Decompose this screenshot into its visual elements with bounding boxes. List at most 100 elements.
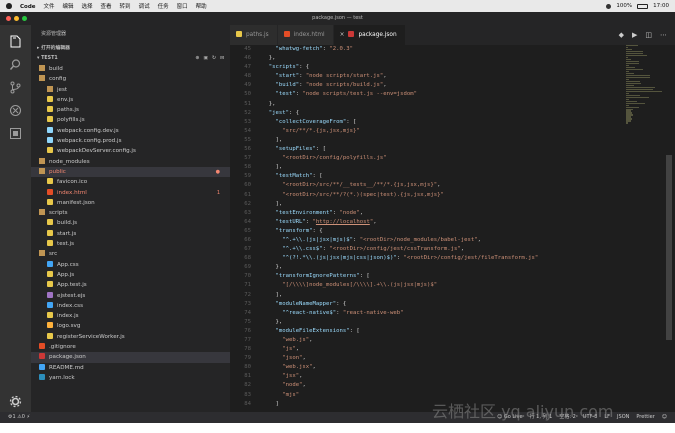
status-item[interactable]: Prettier	[636, 412, 654, 423]
tree-file[interactable]: README.md	[31, 363, 230, 373]
source-control-icon[interactable]	[9, 79, 22, 94]
code-line: "moduleNameMapper": {	[262, 300, 622, 309]
code-token: ,	[309, 337, 313, 343]
tree-file[interactable]: .gitignore	[31, 342, 230, 352]
tree-file[interactable]: polyfills.js	[31, 115, 230, 125]
tree-folder[interactable]: build	[31, 64, 230, 74]
close-window-button[interactable]	[6, 16, 11, 21]
tree-file[interactable]: manifest.json	[31, 198, 230, 208]
menu-item[interactable]: 调试	[139, 4, 150, 10]
apple-logo-icon[interactable]	[6, 3, 12, 9]
status-item[interactable]: JSON	[617, 412, 629, 423]
tree-folder[interactable]: node_modules	[31, 157, 230, 167]
scrollbar-thumb[interactable]	[666, 155, 672, 340]
minimap[interactable]	[626, 45, 664, 135]
tree-file[interactable]: favicon.ico	[31, 177, 230, 187]
code-token: "mjs"	[282, 391, 300, 398]
tree-file[interactable]: App.css	[31, 260, 230, 270]
tree-file[interactable]: index.js	[31, 311, 230, 321]
menu-item[interactable]: 选择	[82, 4, 93, 10]
file-type-icon	[236, 31, 242, 37]
editor-tab[interactable]: paths.js	[230, 25, 278, 45]
tree-file[interactable]: yarn.lock	[31, 373, 230, 383]
collapse-all-icon[interactable]: ⊟	[220, 54, 224, 64]
refresh-icon[interactable]: ↻	[212, 54, 216, 64]
tree-folder[interactable]: scripts	[31, 208, 230, 218]
tree-file[interactable]: ejstest.ejs	[31, 291, 230, 301]
menu-item[interactable]: 窗口	[177, 4, 188, 10]
tree-file[interactable]: webpack.config.dev.js	[31, 126, 230, 136]
minimize-window-button[interactable]	[14, 16, 19, 21]
debug-icon[interactable]	[9, 102, 22, 117]
menu-item[interactable]: 文件	[43, 4, 54, 10]
tree-file[interactable]: webpackDevServer.config.js	[31, 146, 230, 156]
search-icon[interactable]	[9, 56, 22, 70]
close-tab-icon[interactable]: ×	[340, 32, 345, 38]
extensions-icon[interactable]	[9, 125, 22, 139]
tree-file[interactable]: index.css	[31, 301, 230, 311]
editor-tab[interactable]: index.html	[277, 25, 334, 45]
tree-file[interactable]: webpack.config.prod.js	[31, 136, 230, 146]
code-token: "node"	[282, 382, 303, 389]
open-editors-section[interactable]: ▸ 打开的编辑器	[31, 44, 230, 54]
new-folder-icon[interactable]: ▣	[203, 54, 208, 64]
tree-file[interactable]: package.json	[31, 352, 230, 363]
split-editor-icon[interactable]: ◫	[645, 31, 652, 39]
settings-gear-icon[interactable]	[9, 393, 22, 408]
menu-item[interactable]: 任务	[158, 4, 169, 10]
menu-item[interactable]: 编辑	[63, 4, 74, 10]
code-token: : {	[299, 64, 310, 71]
problems-status[interactable]: ⚙1 ⚠0 ⚡	[8, 412, 30, 423]
tree-file[interactable]: build.js	[31, 218, 230, 228]
new-file-icon[interactable]: ⊕	[195, 54, 199, 64]
compare-icon[interactable]: ◆	[619, 31, 624, 39]
tree-folder[interactable]: jest	[31, 85, 230, 95]
code-token: : [	[349, 327, 360, 334]
run-icon[interactable]: ▶	[632, 31, 637, 39]
tree-folder[interactable]: src	[31, 249, 230, 259]
code-editor[interactable]: 45 46 47 48 49 50 51 52 53 54 55 56 57 58 59 60 61 62 63 64…	[230, 45, 675, 412]
more-actions-icon[interactable]: ⋯	[660, 31, 667, 39]
tree-file[interactable]: logo.svg	[31, 321, 230, 331]
tree-file[interactable]: App.js	[31, 270, 230, 280]
tree-file[interactable]: env.js	[31, 95, 230, 105]
explorer-icon[interactable]	[9, 33, 22, 48]
menu-item[interactable]: Code	[20, 4, 35, 10]
code-line: "jest": {	[262, 109, 622, 118]
menu-item[interactable]: 转到	[120, 4, 131, 10]
battery-icon[interactable]	[637, 3, 649, 9]
activity-bar	[0, 25, 31, 423]
clock[interactable]: 17:00	[653, 3, 669, 9]
menu-item[interactable]: 查看	[101, 4, 112, 10]
tree-file[interactable]: index.html 1	[31, 188, 230, 198]
tree-folder[interactable]: public ●	[31, 166, 230, 178]
tree-file[interactable]: start.js	[31, 229, 230, 239]
wifi-icon[interactable]	[606, 3, 612, 9]
editor-scrollbar[interactable]	[664, 45, 675, 412]
project-section[interactable]: ▾ TEST1 ⊕ ▣ ↻ ⊟	[31, 54, 230, 64]
editor-tab[interactable]: × package.json	[333, 25, 406, 45]
code-line: },	[262, 54, 622, 63]
tree-file[interactable]: App.test.js	[31, 280, 230, 290]
code-line: "json",	[262, 354, 622, 363]
zoom-window-button[interactable]	[22, 16, 27, 21]
tree-folder[interactable]: config	[31, 74, 230, 84]
tree-item-label: webpack.config.prod.js	[57, 138, 122, 145]
tree-file[interactable]: registerServiceWorker.js	[31, 332, 230, 342]
code-token: ,	[359, 209, 364, 216]
code-token: : {	[312, 227, 323, 234]
explorer-tools: ⊕ ▣ ↻ ⊟	[195, 54, 224, 64]
tree-file[interactable]: paths.js	[31, 105, 230, 115]
window-controls	[6, 16, 27, 21]
minimap-line	[626, 54, 647, 57]
tree-file[interactable]: test.js	[31, 239, 230, 249]
status-item[interactable]: ☺	[662, 412, 667, 423]
menu-item[interactable]: 帮助	[196, 4, 207, 10]
